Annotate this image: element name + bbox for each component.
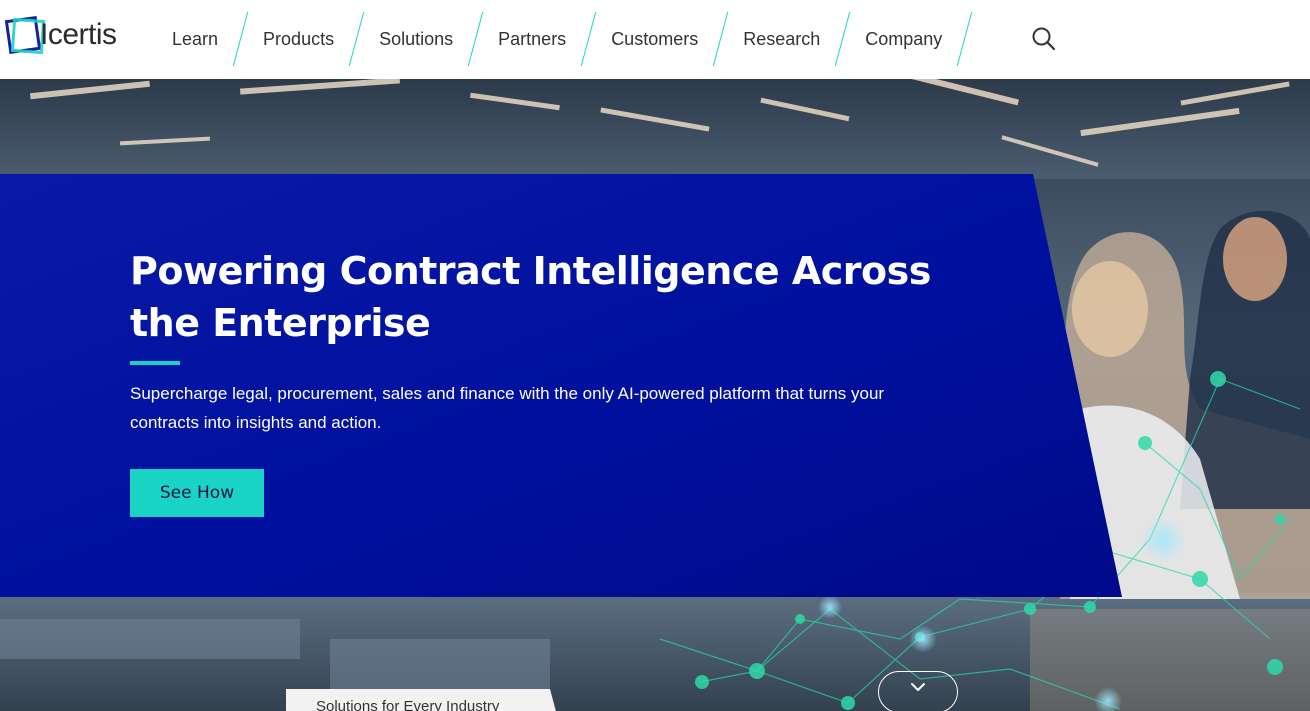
nav-item-learn[interactable]: Learn [150,12,240,66]
icertis-logo-icon [4,15,46,55]
search-icon[interactable] [1031,26,1057,52]
see-how-button[interactable]: See How [130,469,264,517]
nav-label: Company [865,28,943,49]
nav-label: Partners [498,28,567,49]
nav-label: Solutions [379,28,454,49]
hero-title: Powering Contract Intelligence Across th… [130,249,931,345]
accent-divider [130,361,180,365]
nav-label: Learn [172,28,219,49]
logo-wordmark: Icertis [40,18,117,51]
nav-label: Customers [611,28,699,49]
scroll-down-button[interactable] [878,671,958,711]
industry-solutions-tab[interactable]: Solutions for Every Industry [286,689,558,711]
nav-item-products[interactable]: Products [241,12,356,66]
site-header: Icertis Learn Products Solutions Partner… [0,0,1310,79]
chevron-down-icon [911,683,925,691]
nav-label: Products [263,28,335,49]
logo-link[interactable]: Icertis [4,14,136,56]
nav-item-company[interactable]: Company [843,12,964,66]
hero-subtitle: Supercharge legal, procurement, sales an… [130,384,885,432]
industry-tab-label: Solutions for Every Industry [316,698,500,711]
nav-item-customers[interactable]: Customers [589,12,720,66]
main-nav: Learn Products Solutions Partners Custom… [150,12,973,66]
nav-item-partners[interactable]: Partners [476,12,588,66]
nav-item-research[interactable]: Research [721,12,842,66]
nav-label: Research [743,28,821,49]
nav-item-solutions[interactable]: Solutions [357,12,475,66]
